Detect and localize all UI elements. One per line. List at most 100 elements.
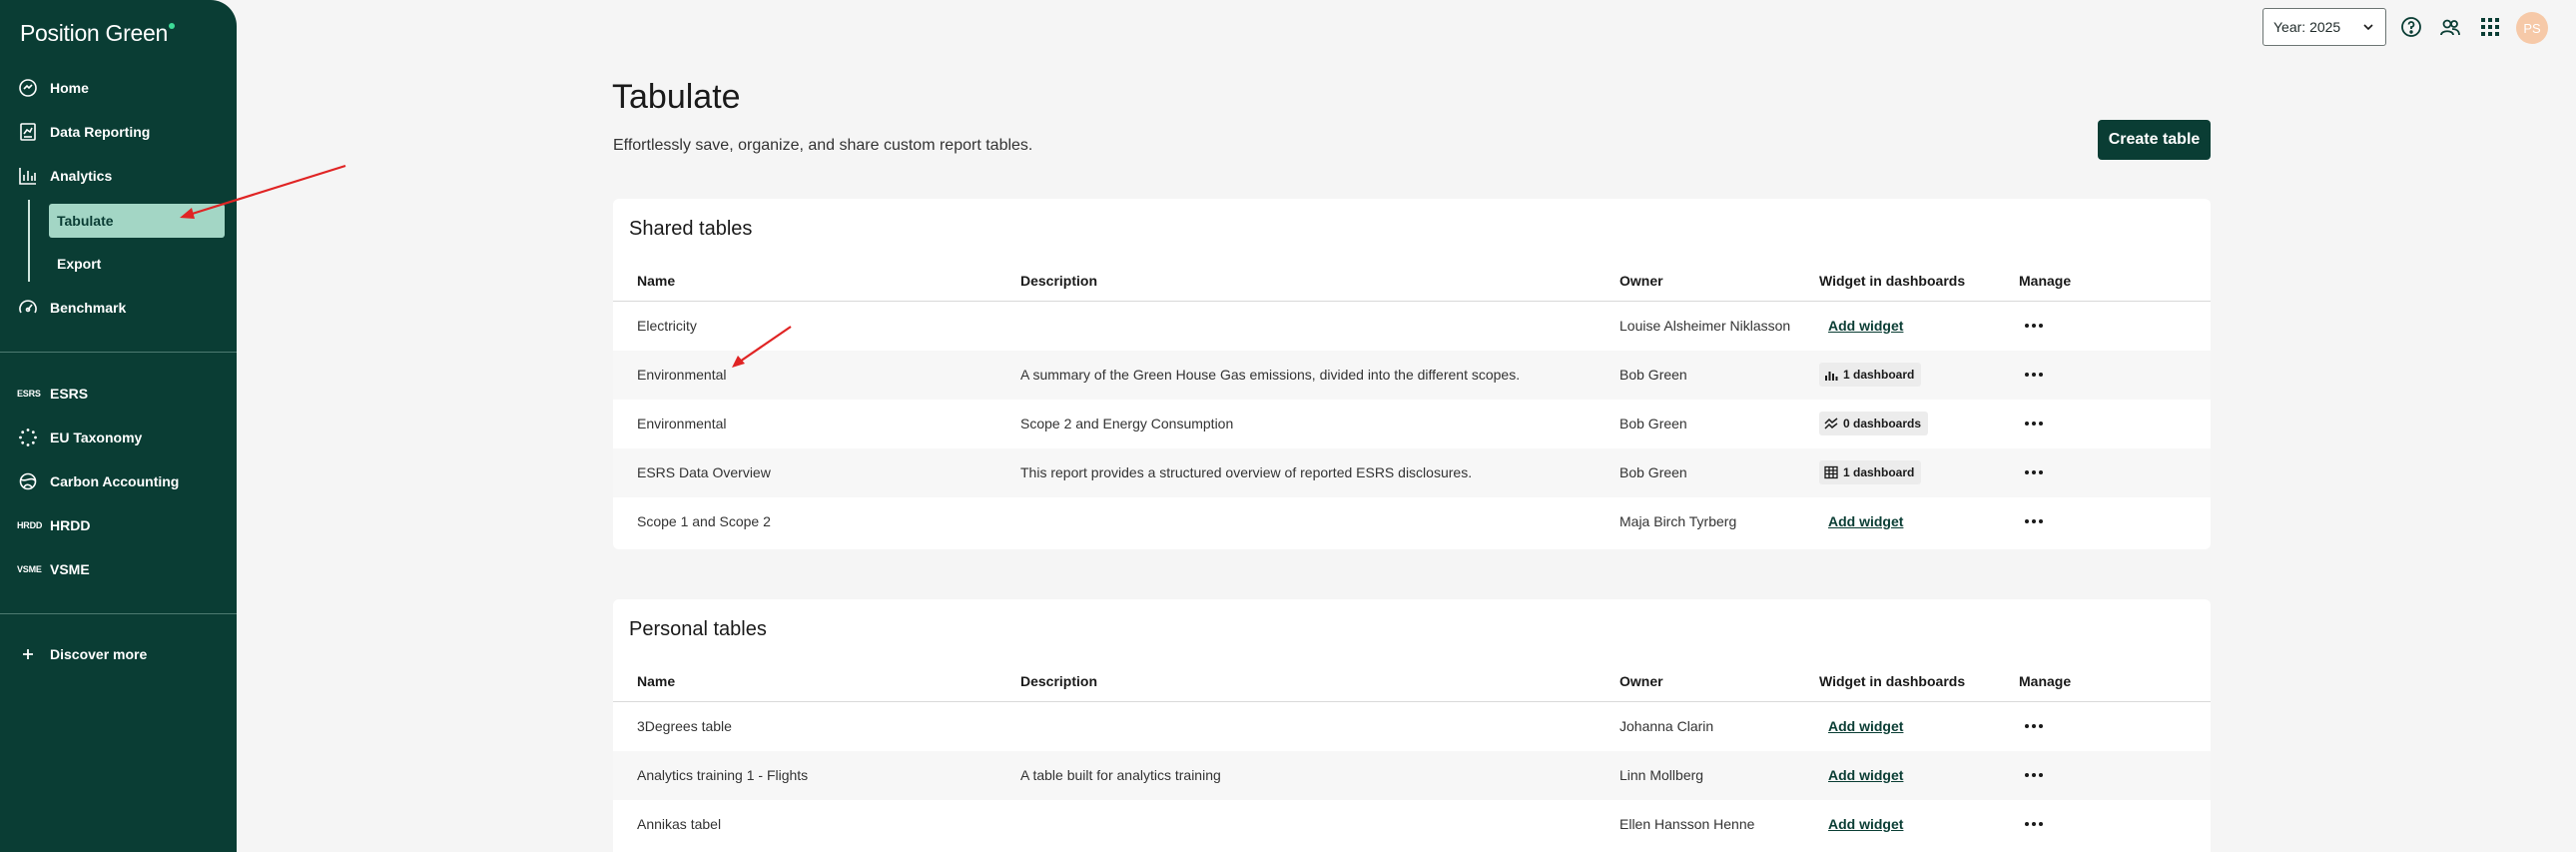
vsme-icon: VSME bbox=[17, 564, 42, 574]
column-header-description: Description bbox=[1020, 273, 1098, 289]
users-icon[interactable] bbox=[2439, 16, 2461, 38]
column-header-manage: Manage bbox=[2019, 673, 2072, 689]
table-row[interactable]: Electricity Louise Alsheimer Niklasson A… bbox=[613, 302, 2211, 351]
table-icon bbox=[1824, 465, 1838, 479]
sidebar-item-label: Carbon Accounting bbox=[50, 473, 180, 489]
sidebar-item-label: Data Reporting bbox=[50, 124, 151, 140]
row-name[interactable]: 3Degrees table bbox=[637, 718, 732, 734]
table-row[interactable]: ESRS Data Overview This report provides … bbox=[613, 448, 2211, 497]
card-title: Shared tables bbox=[629, 218, 753, 240]
sidebar-item-carbon-accounting[interactable]: Carbon Accounting bbox=[0, 463, 237, 499]
esrs-icon: ESRS bbox=[17, 389, 41, 399]
logo-text: Position Green bbox=[20, 20, 168, 46]
more-options-icon[interactable] bbox=[2022, 815, 2046, 833]
add-widget-link[interactable]: Add widget bbox=[1828, 718, 1903, 734]
table-row[interactable]: Analytics training 1 - Flights A table b… bbox=[613, 751, 2211, 800]
home-icon bbox=[17, 77, 39, 99]
row-description: This report provides a structured overvi… bbox=[1020, 464, 1473, 480]
dashboard-badge[interactable]: 1 dashboard bbox=[1819, 460, 1922, 484]
row-description: A summary of the Green House Gas emissio… bbox=[1020, 367, 1521, 383]
sidebar-item-data-reporting[interactable]: Data Reporting bbox=[0, 114, 237, 150]
sidebar-item-analytics[interactable]: Analytics bbox=[0, 158, 237, 194]
sidebar-item-label: Discover more bbox=[50, 646, 148, 662]
column-header-name: Name bbox=[637, 273, 676, 289]
more-options-icon[interactable] bbox=[2022, 512, 2046, 530]
sidebar-subitem-tabulate[interactable]: Tabulate bbox=[49, 204, 225, 238]
help-icon[interactable] bbox=[2400, 16, 2422, 38]
plus-icon bbox=[17, 643, 39, 665]
row-owner: Louise Alsheimer Niklasson bbox=[1619, 318, 1791, 334]
more-options-icon[interactable] bbox=[2022, 717, 2046, 735]
avatar[interactable]: PS bbox=[2516, 12, 2548, 44]
sidebar-item-label: Home bbox=[50, 80, 89, 96]
sidebar-item-label: EU Taxonomy bbox=[50, 429, 143, 445]
column-header-owner: Owner bbox=[1619, 273, 1663, 289]
row-owner: Ellen Hansson Henne bbox=[1619, 816, 1755, 832]
sidebar-item-esrs[interactable]: ESRS ESRS bbox=[0, 376, 237, 412]
year-select[interactable]: Year: 2025 bbox=[2262, 8, 2386, 46]
add-widget-link[interactable]: Add widget bbox=[1828, 816, 1903, 832]
card-title: Personal tables bbox=[629, 618, 767, 640]
more-options-icon[interactable] bbox=[2022, 415, 2046, 432]
table-row[interactable]: Environmental Scope 2 and Energy Consump… bbox=[613, 400, 2211, 448]
row-name[interactable]: ESRS Data Overview bbox=[637, 464, 771, 480]
data-reporting-icon bbox=[17, 121, 39, 143]
table-header: Name Description Owner Widget in dashboa… bbox=[613, 261, 2211, 302]
sidebar-subitem-label: Tabulate bbox=[57, 213, 114, 229]
dashboard-badge[interactable]: 1 dashboard bbox=[1819, 363, 1922, 387]
column-header-owner: Owner bbox=[1619, 673, 1663, 689]
benchmark-icon bbox=[17, 297, 39, 319]
page-title: Tabulate bbox=[612, 78, 741, 116]
sidebar-item-label: ESRS bbox=[50, 386, 89, 402]
table-row[interactable]: Annikas tabel Ellen Hansson Henne Add wi… bbox=[613, 800, 2211, 849]
sidebar-subitem-export[interactable]: Export bbox=[49, 247, 225, 281]
add-widget-link[interactable]: Add widget bbox=[1828, 513, 1903, 529]
row-owner: Linn Mollberg bbox=[1619, 767, 1704, 783]
row-name[interactable]: Environmental bbox=[637, 367, 727, 383]
sidebar: Position Green Home Data Reporting Analy… bbox=[0, 0, 237, 852]
carbon-accounting-icon bbox=[17, 470, 39, 492]
dashboard-badge-label: 1 dashboard bbox=[1843, 368, 1915, 382]
table-row[interactable]: Scope 1 and Scope 2 Maja Birch Tyrberg A… bbox=[613, 497, 2211, 546]
sidebar-item-benchmark[interactable]: Benchmark bbox=[0, 290, 237, 326]
table-row[interactable]: Environmental A summary of the Green Hou… bbox=[613, 351, 2211, 400]
sidebar-item-eu-taxonomy[interactable]: EU Taxonomy bbox=[0, 420, 237, 455]
submenu-line bbox=[28, 200, 30, 282]
row-owner: Bob Green bbox=[1619, 416, 1687, 431]
dashboard-badge[interactable]: 0 dashboards bbox=[1819, 412, 1929, 435]
row-name[interactable]: Electricity bbox=[637, 318, 697, 334]
dashboard-badge-label: 0 dashboards bbox=[1843, 417, 1922, 430]
sidebar-item-label: VSME bbox=[50, 561, 90, 577]
row-owner: Maja Birch Tyrberg bbox=[1619, 513, 1737, 529]
add-widget-link[interactable]: Add widget bbox=[1828, 767, 1903, 783]
sidebar-item-discover-more[interactable]: Discover more bbox=[0, 636, 237, 672]
bar-chart-icon bbox=[1825, 372, 1838, 381]
row-owner: Johanna Clarin bbox=[1619, 718, 1714, 734]
sidebar-subitem-label: Export bbox=[57, 256, 102, 272]
hrdd-icon: HRDD bbox=[17, 520, 43, 530]
sidebar-item-hrdd[interactable]: HRDD HRDD bbox=[0, 507, 237, 543]
row-name[interactable]: Environmental bbox=[637, 416, 727, 431]
column-header-widget: Widget in dashboards bbox=[1819, 273, 1966, 289]
row-description: A table built for analytics training bbox=[1020, 767, 1221, 783]
table-row[interactable]: 3Degrees table Johanna Clarin Add widget bbox=[613, 702, 2211, 751]
logo[interactable]: Position Green bbox=[20, 20, 175, 47]
area-chart-icon bbox=[1824, 418, 1838, 429]
create-table-button[interactable]: Create table bbox=[2098, 120, 2211, 160]
row-name[interactable]: Annikas tabel bbox=[637, 816, 721, 832]
row-name[interactable]: Analytics training 1 - Flights bbox=[637, 767, 808, 783]
more-options-icon[interactable] bbox=[2022, 463, 2046, 481]
sidebar-item-home[interactable]: Home bbox=[0, 70, 237, 106]
more-options-icon[interactable] bbox=[2022, 317, 2046, 335]
year-select-value: Year: 2025 bbox=[2273, 19, 2341, 35]
row-name[interactable]: Scope 1 and Scope 2 bbox=[637, 513, 771, 529]
sidebar-item-label: HRDD bbox=[50, 517, 91, 533]
apps-grid-icon[interactable] bbox=[2479, 16, 2501, 38]
column-header-name: Name bbox=[637, 673, 676, 689]
add-widget-link[interactable]: Add widget bbox=[1828, 318, 1903, 334]
page-subtitle: Effortlessly save, organize, and share c… bbox=[613, 137, 1033, 154]
more-options-icon[interactable] bbox=[2022, 766, 2046, 784]
analytics-icon bbox=[17, 165, 39, 187]
more-options-icon[interactable] bbox=[2022, 366, 2046, 384]
sidebar-item-vsme[interactable]: VSME VSME bbox=[0, 551, 237, 587]
